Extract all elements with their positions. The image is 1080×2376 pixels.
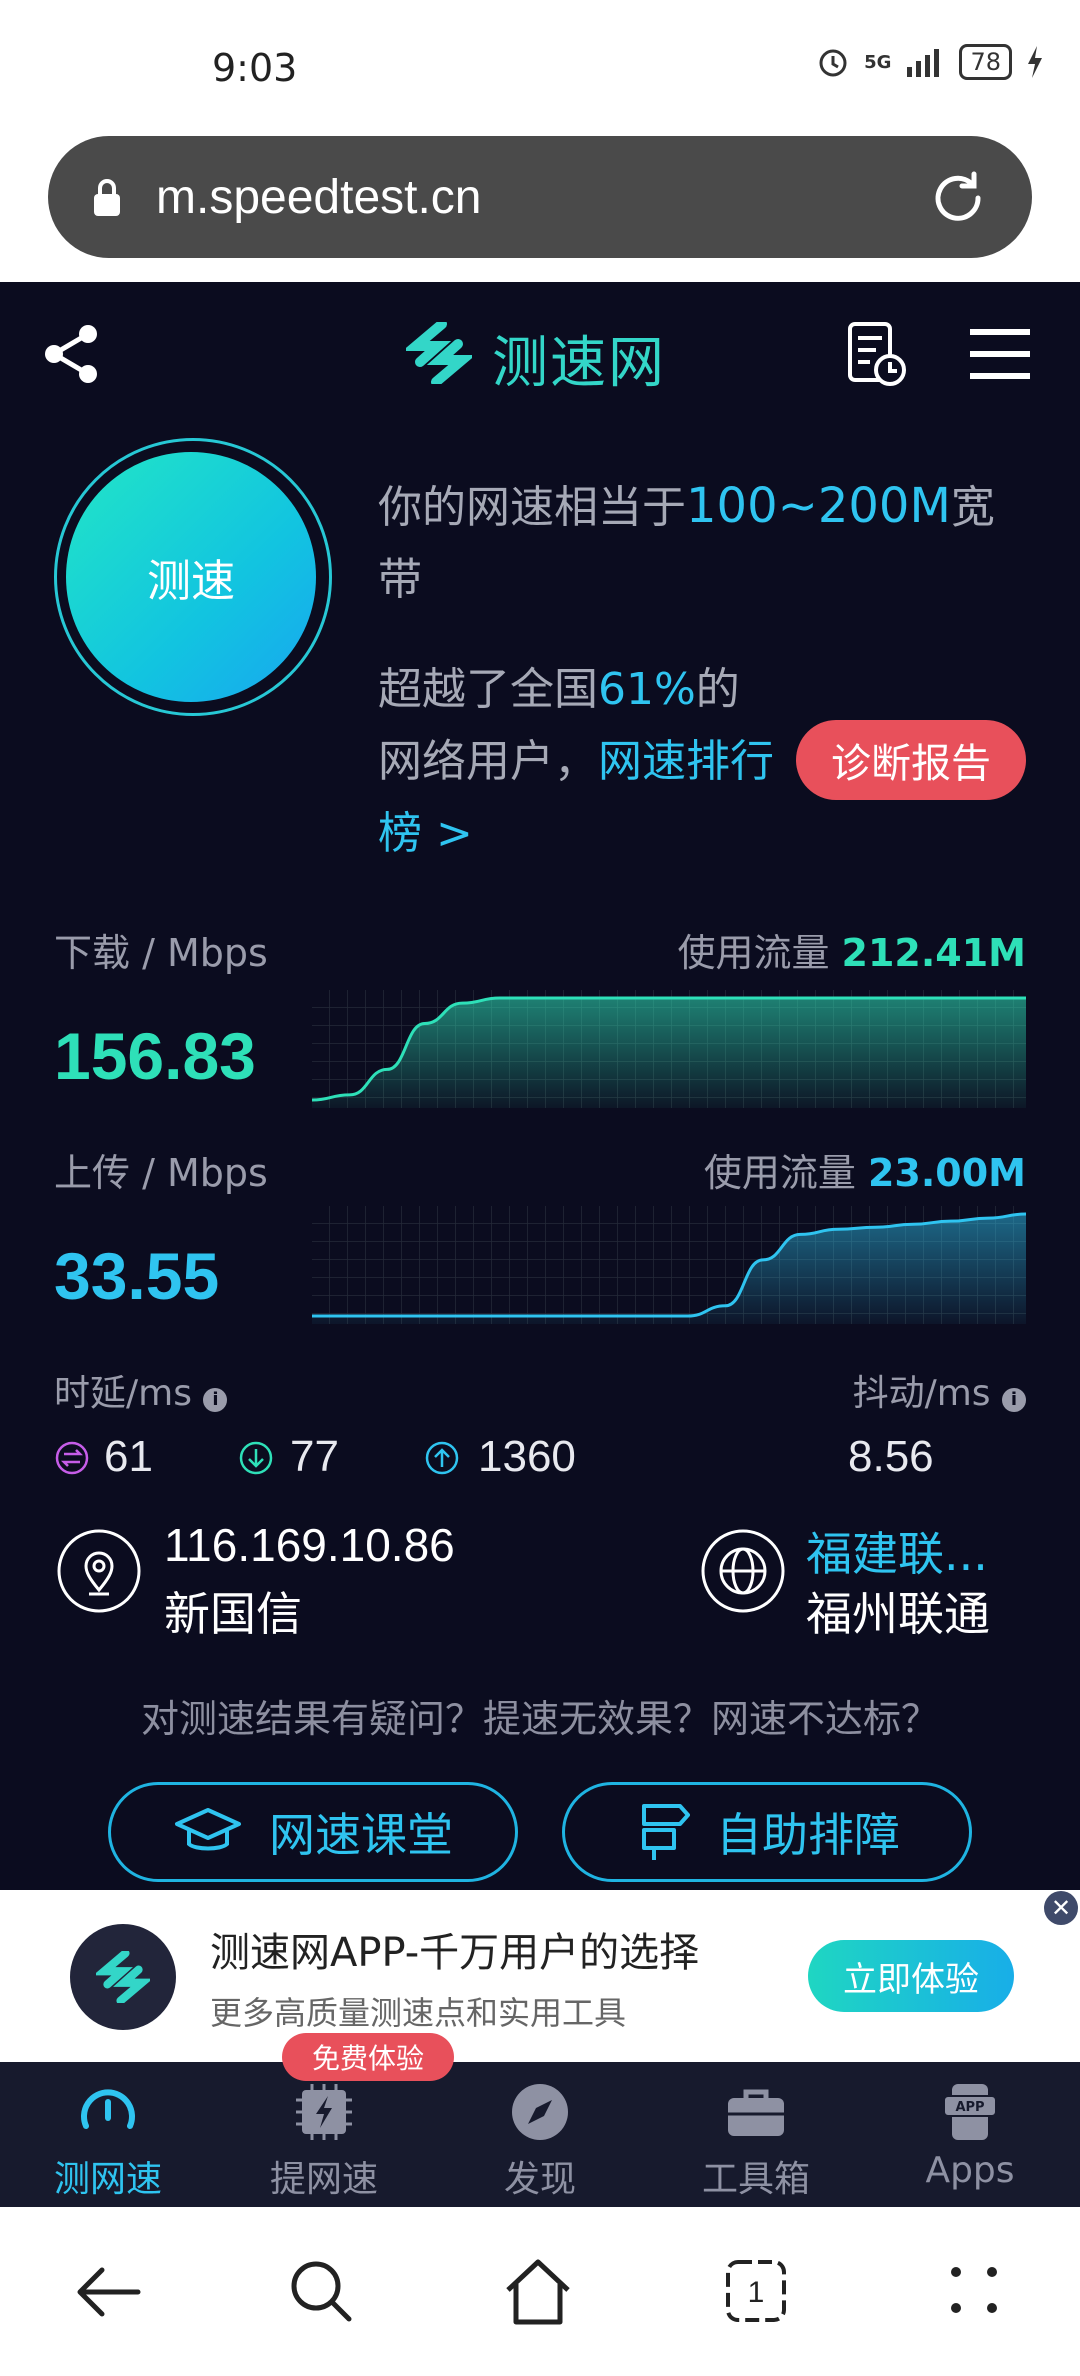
share-icon[interactable] [40,322,104,386]
upload-label: 上传 / Mbps [54,1151,268,1195]
toolbox-icon [728,2089,784,2136]
search-icon[interactable] [288,2258,356,2326]
chip-bolt-icon [296,2084,352,2140]
classroom-button[interactable]: 网速课堂 [108,1782,518,1882]
battery-indicator: 78 [959,44,1012,80]
jitter-label-text: 抖动/ms [852,1373,991,1414]
signal-icon [907,49,940,77]
info-icon[interactable]: i [1002,1388,1026,1412]
latency-label-text: 时延/ms [54,1373,192,1414]
tab-label: 提网速 [269,2159,378,2200]
free-trial-badge: 免费体验 [282,2033,454,2081]
jitter-label: 抖动/ms i [853,1364,1026,1416]
location-pin-icon [57,1529,141,1613]
upload-latency-icon [425,1441,459,1475]
svg-text:APP: APP [955,2100,984,2115]
latency-label: 时延/ms i [54,1364,228,1416]
charging-icon [1028,46,1042,78]
signpost-icon [642,1804,690,1860]
app-logo [70,1924,176,2030]
upload-usage: 使用流量 23.00M [704,1142,1026,1197]
node-region-link[interactable]: 福建联... [806,1518,988,1584]
server-isp: 新国信 [164,1587,302,1641]
info-icon[interactable]: i [203,1388,228,1412]
alarm-icon [819,49,847,77]
troubleshoot-label: 自助排障 [716,1808,900,1862]
download-chart [312,990,1026,1108]
svg-text:1: 1 [748,2276,765,2309]
idle-latency-value: 61 [104,1432,153,1481]
summary-text: 网络用户， [378,736,598,787]
more-dots-icon[interactable] [946,2262,1002,2318]
url-text[interactable]: m.speedtest.cn [156,170,482,225]
tab-speed-test[interactable]: 测网速 [28,2080,188,2202]
bandwidth-value: 100~200M [686,478,951,534]
banner-title: 测速网APP-千万用户的选择 [210,1930,700,1976]
history-report-icon[interactable] [846,320,910,388]
close-icon[interactable]: ✕ [1044,1891,1078,1925]
logo-icon [96,1951,150,2003]
speed-test-button[interactable]: 测速 [66,452,316,702]
download-label: 下载 / Mbps [54,931,268,975]
try-now-button[interactable]: 立即体验 [808,1940,1014,2012]
tab-label: 测网速 [53,2159,162,2200]
network-type: 5G [864,51,892,73]
idle-latency-icon [55,1441,89,1475]
speed-test-label: 测速 [147,556,235,607]
help-question: 对测速结果有疑问？提速无效果？网速不达标？ [140,1697,939,1741]
phone-app-icon: APP [943,2084,997,2140]
compass-icon [512,2084,568,2140]
classroom-label: 网速课堂 [269,1808,453,1862]
upload-value: 33.55 [54,1239,220,1313]
summary-text: 你的网速相当于 [378,482,686,533]
tab-boost[interactable]: 提网速 [244,2080,404,2202]
reload-icon[interactable] [926,166,990,230]
graduation-cap-icon [175,1808,241,1851]
menu-icon[interactable] [968,326,1032,382]
summary-text: 超越了全国 [378,664,598,715]
download-latency-value: 77 [290,1432,339,1481]
percent-value: 61% [598,664,696,715]
tab-label: 发现 [503,2159,576,2200]
download-value: 156.83 [54,1019,256,1093]
troubleshoot-button[interactable]: 自助排障 [562,1782,972,1882]
jitter-value: 8.56 [848,1432,934,1481]
tab-discover[interactable]: 发现 [460,2080,620,2202]
logo-text: 测速网 [492,331,666,396]
diagnose-report-button[interactable]: 诊断报告 [796,720,1026,800]
speed-summary: 你的网速相当于100~200M宽带 超越了全国61%的 网络用户，网速排行榜 > [378,470,1038,870]
tab-label: Apps [925,2150,1015,2191]
globe-icon [701,1529,785,1613]
status-time: 9:03 [212,46,298,90]
back-arrow-icon[interactable] [72,2262,144,2322]
summary-text: 的 [695,664,740,715]
tabs-count-icon[interactable]: 1 [724,2258,788,2324]
usage-label: 使用流量 [703,1151,856,1195]
tab-apps[interactable]: APP Apps [890,2080,1050,2191]
download-usage: 使用流量 212.41M [677,922,1026,977]
status-icons: 5G 78 [816,44,1044,80]
download-usage-value: 212.41M [841,931,1026,975]
download-latency-icon [239,1441,273,1475]
node-city: 福州联通 [806,1587,990,1641]
tab-label: 工具箱 [701,2159,810,2200]
server-ip: 116.169.10.86 [164,1519,455,1571]
speedometer-icon [81,2089,135,2129]
upload-chart [312,1206,1026,1324]
upload-usage-value: 23.00M [867,1151,1026,1195]
lock-icon [94,179,120,216]
logo-icon [406,322,472,384]
upload-latency-value: 1360 [478,1432,576,1481]
tab-toolbox[interactable]: 工具箱 [676,2080,836,2202]
usage-label: 使用流量 [677,931,830,975]
banner-subtitle: 更多高质量测速点和实用工具 [210,1994,627,2032]
home-icon[interactable] [502,2256,574,2326]
